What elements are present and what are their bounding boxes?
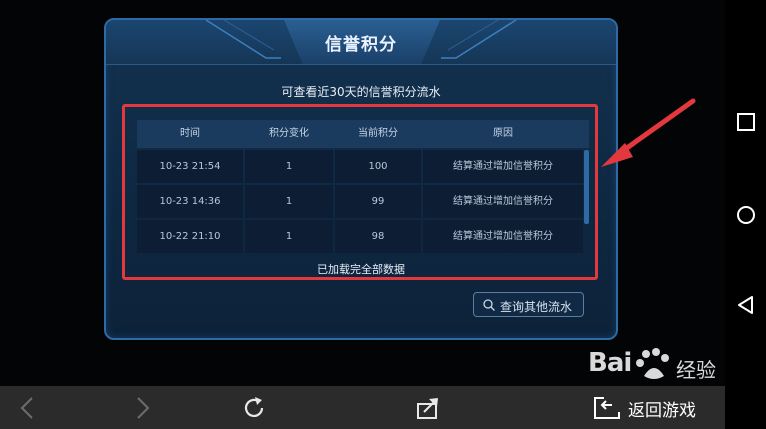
home-icon[interactable] bbox=[735, 204, 757, 226]
paw-logo-icon bbox=[636, 348, 669, 379]
dialog-header: 信誉积分 bbox=[106, 20, 616, 65]
back-to-game-label: 返回游戏 bbox=[628, 401, 696, 421]
query-other-records-button[interactable]: 查询其他流水 bbox=[473, 292, 584, 317]
share-icon[interactable] bbox=[414, 394, 442, 422]
refresh-icon[interactable] bbox=[240, 394, 268, 422]
annotation-highlight-box bbox=[122, 104, 598, 280]
back-arrow-icon[interactable] bbox=[14, 394, 42, 422]
watermark-brand: Bai bbox=[588, 348, 632, 378]
android-nav-bar bbox=[725, 0, 766, 429]
forward-arrow-icon[interactable] bbox=[128, 394, 156, 422]
search-icon bbox=[483, 299, 495, 311]
recent-apps-icon[interactable] bbox=[735, 111, 757, 133]
baidu-jingyan-watermark: Bai 经验 bbox=[588, 344, 728, 394]
return-icon bbox=[594, 397, 620, 419]
dialog-subtitle: 可查看近30天的信誉积分流水 bbox=[281, 85, 441, 99]
watermark-brand-cn: 经验 bbox=[676, 358, 716, 382]
annotation-arrow-icon bbox=[601, 98, 696, 167]
query-button-label: 查询其他流水 bbox=[500, 300, 573, 314]
dialog-title: 信誉积分 bbox=[325, 35, 397, 55]
back-icon[interactable] bbox=[735, 294, 757, 316]
